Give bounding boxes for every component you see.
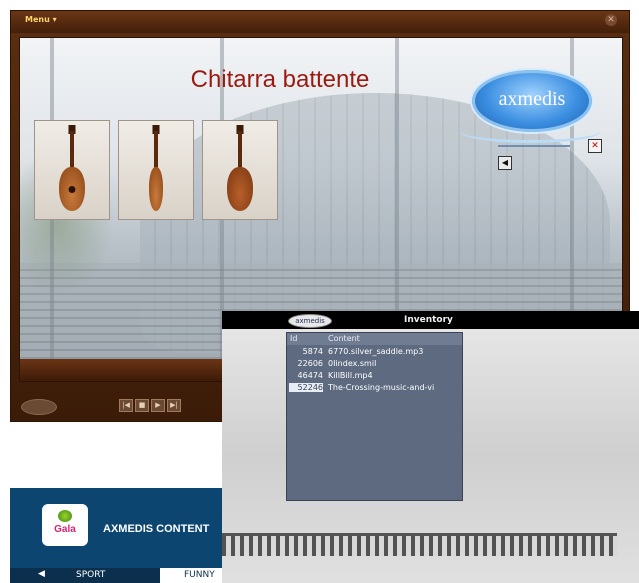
inventory-window: axmedis Inventory Id Content 5874 6770.s… [222,311,639,583]
tab-funny[interactable]: FUNNY [160,568,222,583]
inventory-list: Id Content 5874 6770.silver_saddle.mp3 2… [286,332,463,501]
inventory-title: Inventory [404,315,453,325]
item-content: The-Crossing-music-and-vi [328,383,435,392]
guitar-side-thumbnail[interactable] [118,120,194,220]
player-titlebar: Menu ▾ ✕ [11,11,629,33]
speaker-icon[interactable]: ◀ [498,156,512,170]
player-brand-badge [21,399,57,415]
stage-title: Chitarra battente [190,66,370,93]
stop-button[interactable]: ■ [135,399,149,412]
list-header: Id Content [287,333,462,345]
menu-button[interactable]: Menu ▾ [25,15,57,24]
play-button[interactable]: ▶ [151,399,165,412]
close-icon[interactable]: ✕ [605,14,617,26]
item-id: 5874 [302,347,323,356]
previous-button[interactable]: |◀ [119,399,133,412]
column-header-id[interactable]: Id [290,334,297,343]
guitar-body [227,167,253,211]
logo-swoosh [460,120,600,143]
guitar-body [149,167,163,211]
gala-title: AXMEDIS CONTENT [103,523,210,535]
mute-icon[interactable]: ✕ [588,139,602,153]
playback-controls: |◀ ■ ▶ ▶| [119,399,181,412]
tab-sport[interactable]: SPORT [76,570,105,580]
volume-slider[interactable] [498,145,570,147]
axmedis-logo: axmedis [288,314,332,328]
item-id: 22606 [297,359,323,368]
next-button[interactable]: ▶| [167,399,181,412]
item-content: KillBill.mp4 [328,371,373,380]
column-header-content[interactable]: Content [328,334,360,343]
gala-logo-text: Gala [54,524,76,535]
item-id: 52246 [289,383,323,392]
railway-image [222,536,617,556]
item-id: 46474 [297,371,323,380]
list-item-selected[interactable]: 52246 The-Crossing-music-and-vi [287,383,462,395]
guitar-front-thumbnail[interactable] [34,120,110,220]
gala-logo: Gala [42,504,88,546]
category-tabs: ◀ SPORT FUNNY [10,568,222,583]
inventory-header: axmedis Inventory [222,311,639,329]
list-item[interactable]: 46474 KillBill.mp4 [287,371,462,383]
item-content: 6770.silver_saddle.mp3 [328,347,424,356]
guitar-sound-hole [68,186,76,193]
guitar-back-thumbnail[interactable] [202,120,278,220]
item-content: 0Iindex.smil [328,359,377,368]
chevron-left-icon[interactable]: ◀ [38,569,45,579]
gala-flower-icon [58,510,72,522]
list-item[interactable]: 5874 6770.silver_saddle.mp3 [287,347,462,359]
list-item[interactable]: 22606 0Iindex.smil [287,359,462,371]
gala-content-window: Gala AXMEDIS CONTENT ◀ SPORT FUNNY [10,488,222,583]
